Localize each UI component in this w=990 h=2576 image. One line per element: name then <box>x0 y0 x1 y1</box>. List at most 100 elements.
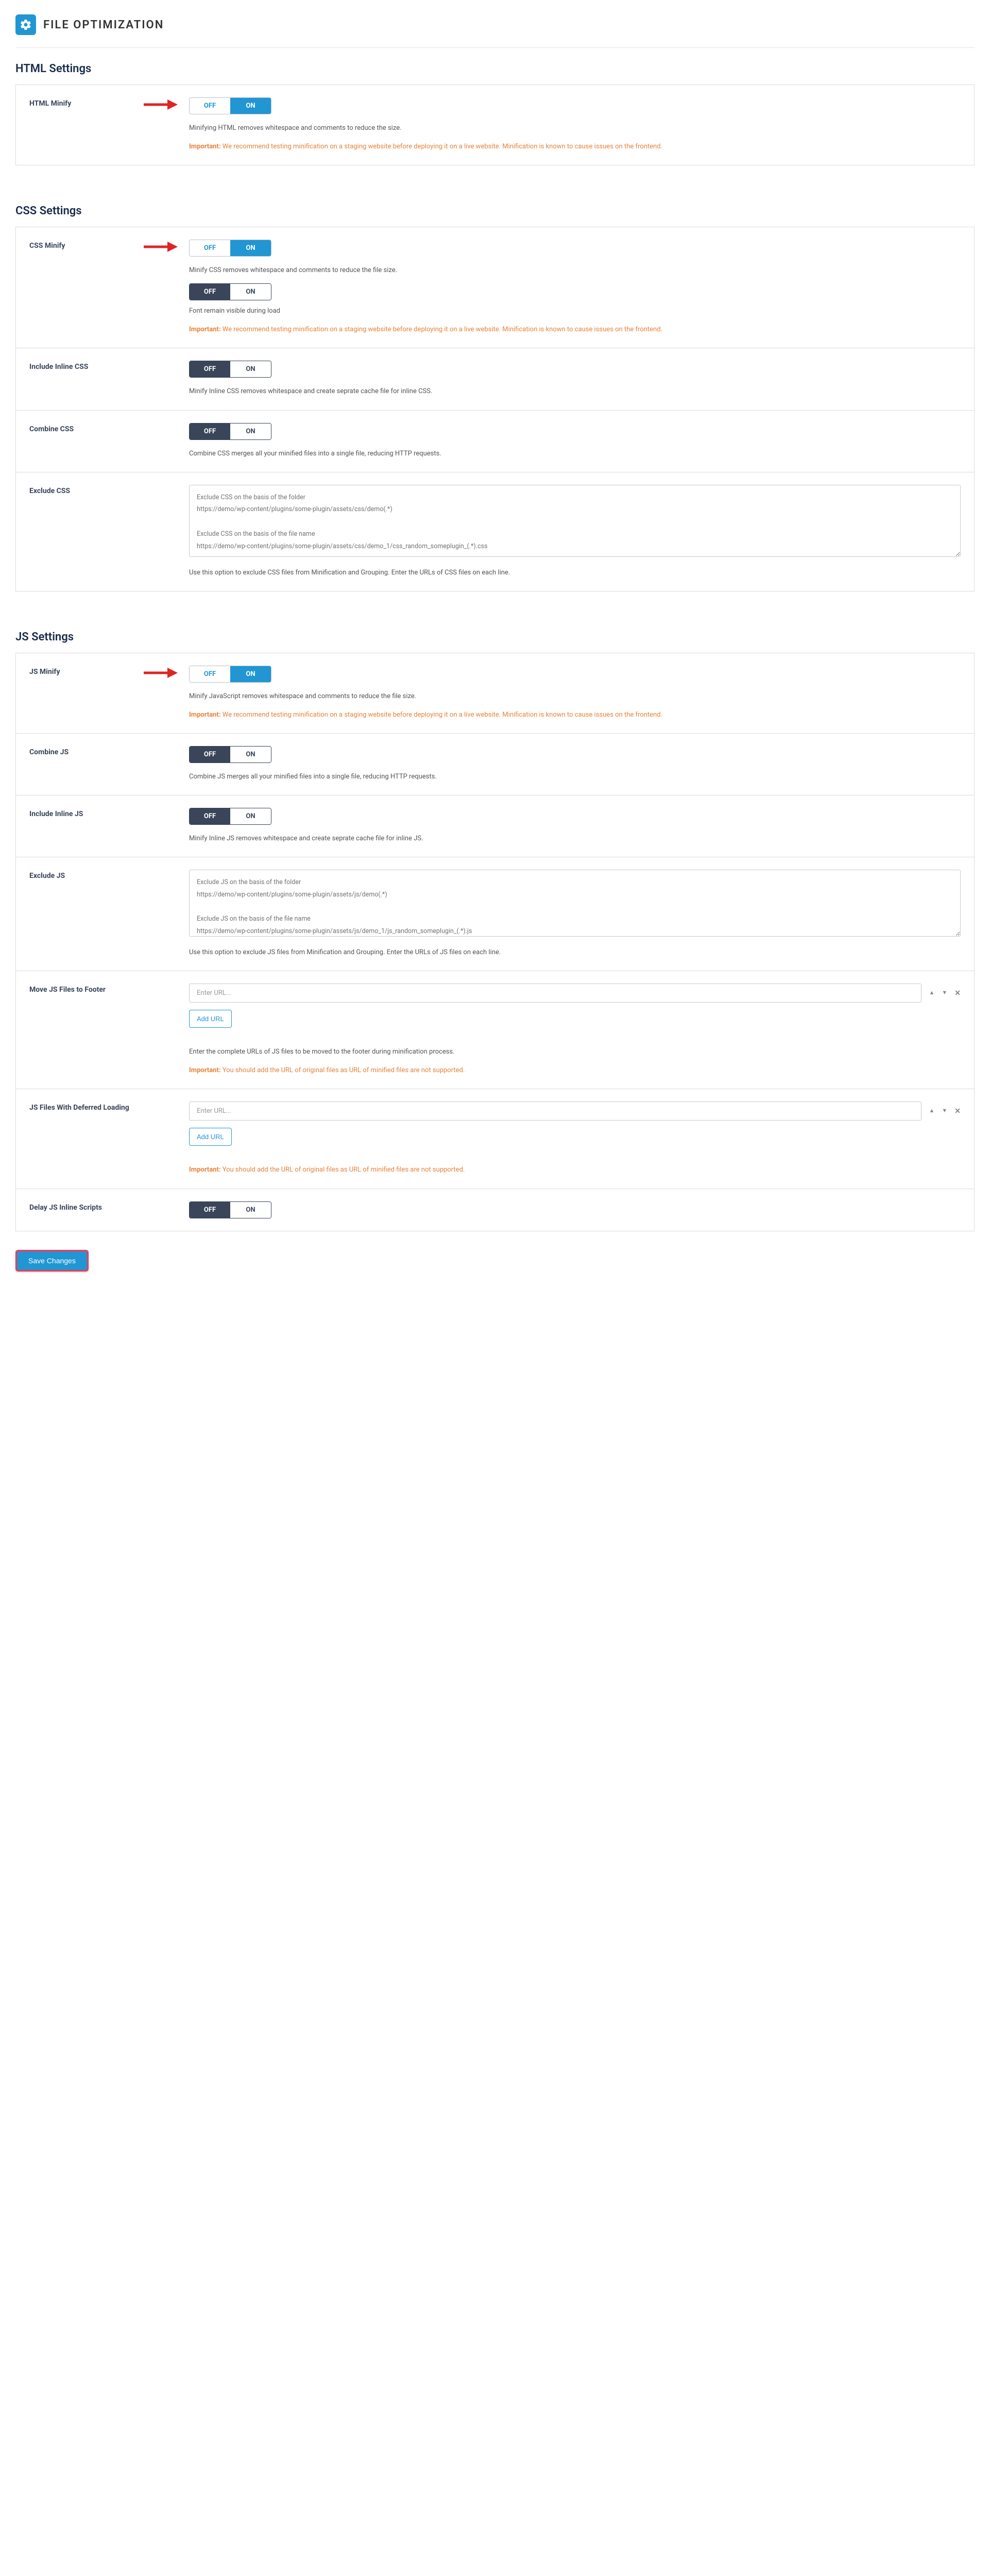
url-actions: ▲ ▼ ✕ <box>929 989 961 997</box>
remove-icon[interactable]: ✕ <box>954 989 961 997</box>
toggle-off[interactable]: OFF <box>190 423 230 439</box>
remove-icon[interactable]: ✕ <box>954 1107 961 1115</box>
label-exclude-js: Exclude JS <box>29 870 179 958</box>
important-label: Important: <box>189 143 221 150</box>
row-combine-js: Combine JS OFFON Combine JS merges all y… <box>16 733 974 795</box>
section-title-html: HTML Settings <box>15 62 975 75</box>
toggle-html-minify[interactable]: OFFON <box>189 97 271 114</box>
row-html-minify: HTML Minify OFFON Minifying HTML removes… <box>16 85 974 165</box>
row-exclude-css: Exclude CSS Use this option to exclude C… <box>16 472 974 591</box>
important-label: Important: <box>189 1066 221 1074</box>
toggle-off[interactable]: OFF <box>190 1202 230 1218</box>
url-actions: ▲ ▼ ✕ <box>929 1107 961 1115</box>
textarea-exclude-css[interactable] <box>189 485 961 557</box>
toggle-off[interactable]: OFF <box>190 240 230 256</box>
toggle-delay-inline[interactable]: OFFON <box>189 1201 271 1218</box>
desc-css-font: Font remain visible during load <box>189 306 961 317</box>
divider <box>15 47 975 48</box>
toggle-off[interactable]: OFF <box>190 747 230 762</box>
row-js-minify: JS Minify OFFON Minify JavaScript remove… <box>16 653 974 733</box>
label-combine-js: Combine JS <box>29 746 179 783</box>
textarea-exclude-js[interactable] <box>189 870 961 937</box>
toggle-off[interactable]: OFF <box>190 284 230 300</box>
add-url-button-footer[interactable]: Add URL <box>189 1010 232 1028</box>
toggle-on[interactable]: ON <box>230 361 271 377</box>
row-include-inline-js: Include Inline JS OFFON Minify Inline JS… <box>16 795 974 857</box>
warn-text: We recommend testing minification on a s… <box>223 143 662 150</box>
js-panel: JS Minify OFFON Minify JavaScript remove… <box>15 653 975 1231</box>
warn-deferred: Important: You should add the URL of ori… <box>189 1164 961 1176</box>
toggle-include-inline-css[interactable]: OFFON <box>189 361 271 378</box>
arrow-icon <box>142 97 179 114</box>
desc-js-minify: Minify JavaScript removes whitespace and… <box>189 691 961 702</box>
toggle-include-inline-js[interactable]: OFFON <box>189 808 271 825</box>
row-delay-inline: Delay JS Inline Scripts OFFON <box>16 1189 974 1231</box>
toggle-off[interactable]: OFF <box>190 98 230 114</box>
desc-combine-js: Combine JS merges all your minified file… <box>189 771 961 783</box>
toggle-combine-js[interactable]: OFFON <box>189 746 271 763</box>
add-url-button-deferred[interactable]: Add URL <box>189 1128 232 1146</box>
warn-text: You should add the URL of original files… <box>223 1166 465 1174</box>
toggle-on[interactable]: ON <box>230 666 271 682</box>
label-exclude-css: Exclude CSS <box>29 485 179 579</box>
important-label: Important: <box>189 1166 221 1174</box>
row-combine-css: Combine CSS OFFON Combine CSS merges all… <box>16 410 974 472</box>
label-move-footer: Move JS Files to Footer <box>29 984 179 1076</box>
warn-css-minify: Important: We recommend testing minifica… <box>189 324 961 335</box>
label-combine-css: Combine CSS <box>29 423 179 460</box>
toggle-on[interactable]: ON <box>230 747 271 762</box>
desc-exclude-js: Use this option to exclude JS files from… <box>189 947 961 958</box>
toggle-on[interactable]: ON <box>230 98 271 114</box>
desc-include-inline-js: Minify Inline JS removes whitespace and … <box>189 833 961 844</box>
row-include-inline-css: Include Inline CSS OFFON Minify Inline C… <box>16 348 974 410</box>
move-up-icon[interactable]: ▲ <box>929 1107 934 1115</box>
row-exclude-js: Exclude JS Use this option to exclude JS… <box>16 857 974 971</box>
desc-css-minify: Minify CSS removes whitespace and commen… <box>189 265 961 276</box>
toggle-on[interactable]: ON <box>230 808 271 824</box>
url-input-move-footer[interactable] <box>189 984 921 1003</box>
toggle-combine-css[interactable]: OFFON <box>189 423 271 440</box>
css-panel: CSS Minify OFFON Minify CSS removes whit… <box>15 227 975 591</box>
url-input-deferred[interactable] <box>189 1101 921 1121</box>
desc-html-minify: Minifying HTML removes whitespace and co… <box>189 123 961 134</box>
warn-html-minify: Important: We recommend testing minifica… <box>189 141 961 152</box>
save-button[interactable]: Save Changes <box>15 1250 89 1272</box>
row-move-footer: Move JS Files to Footer ▲ ▼ ✕ Add URL Ente… <box>16 971 974 1089</box>
move-down-icon[interactable]: ▼ <box>942 1107 947 1115</box>
toggle-on[interactable]: ON <box>230 284 271 300</box>
label-deferred: JS Files With Deferred Loading <box>29 1101 179 1176</box>
toggle-on[interactable]: ON <box>230 423 271 439</box>
gear-icon <box>15 14 36 35</box>
page-title: FILE OPTIMIZATION <box>43 19 164 31</box>
row-deferred: JS Files With Deferred Loading ▲ ▼ ✕ Add U… <box>16 1089 974 1188</box>
move-up-icon[interactable]: ▲ <box>929 989 934 997</box>
toggle-off[interactable]: OFF <box>190 361 230 377</box>
toggle-off[interactable]: OFF <box>190 666 230 682</box>
label-delay-inline: Delay JS Inline Scripts <box>29 1201 179 1218</box>
warn-text: We recommend testing minification on a s… <box>223 711 662 719</box>
toggle-on[interactable]: ON <box>230 1202 271 1218</box>
warn-js-minify: Important: We recommend testing minifica… <box>189 709 961 721</box>
toggle-css-minify[interactable]: OFFON <box>189 240 271 257</box>
desc-exclude-css: Use this option to exclude CSS files fro… <box>189 567 961 579</box>
html-panel: HTML Minify OFFON Minifying HTML removes… <box>15 84 975 165</box>
important-label: Important: <box>189 711 221 719</box>
warn-text: You should add the URL of original files… <box>223 1066 465 1074</box>
move-down-icon[interactable]: ▼ <box>942 989 947 997</box>
toggle-css-font[interactable]: OFFON <box>189 283 271 300</box>
label-include-inline-js: Include Inline JS <box>29 808 179 844</box>
desc-move-footer: Enter the complete URLs of JS files to b… <box>189 1046 961 1058</box>
toggle-on[interactable]: ON <box>230 240 271 256</box>
label-include-inline-css: Include Inline CSS <box>29 361 179 397</box>
warn-move-footer: Important: You should add the URL of ori… <box>189 1065 961 1076</box>
toggle-off[interactable]: OFF <box>190 808 230 824</box>
desc-combine-css: Combine CSS merges all your minified fil… <box>189 448 961 460</box>
important-label: Important: <box>189 326 221 333</box>
desc-include-inline-css: Minify Inline CSS removes whitespace and… <box>189 386 961 397</box>
arrow-icon <box>142 240 179 256</box>
section-title-css: CSS Settings <box>15 205 975 217</box>
arrow-icon <box>142 666 179 682</box>
section-title-js: JS Settings <box>15 631 975 643</box>
row-css-minify: CSS Minify OFFON Minify CSS removes whit… <box>16 227 974 348</box>
toggle-js-minify[interactable]: OFFON <box>189 666 271 683</box>
